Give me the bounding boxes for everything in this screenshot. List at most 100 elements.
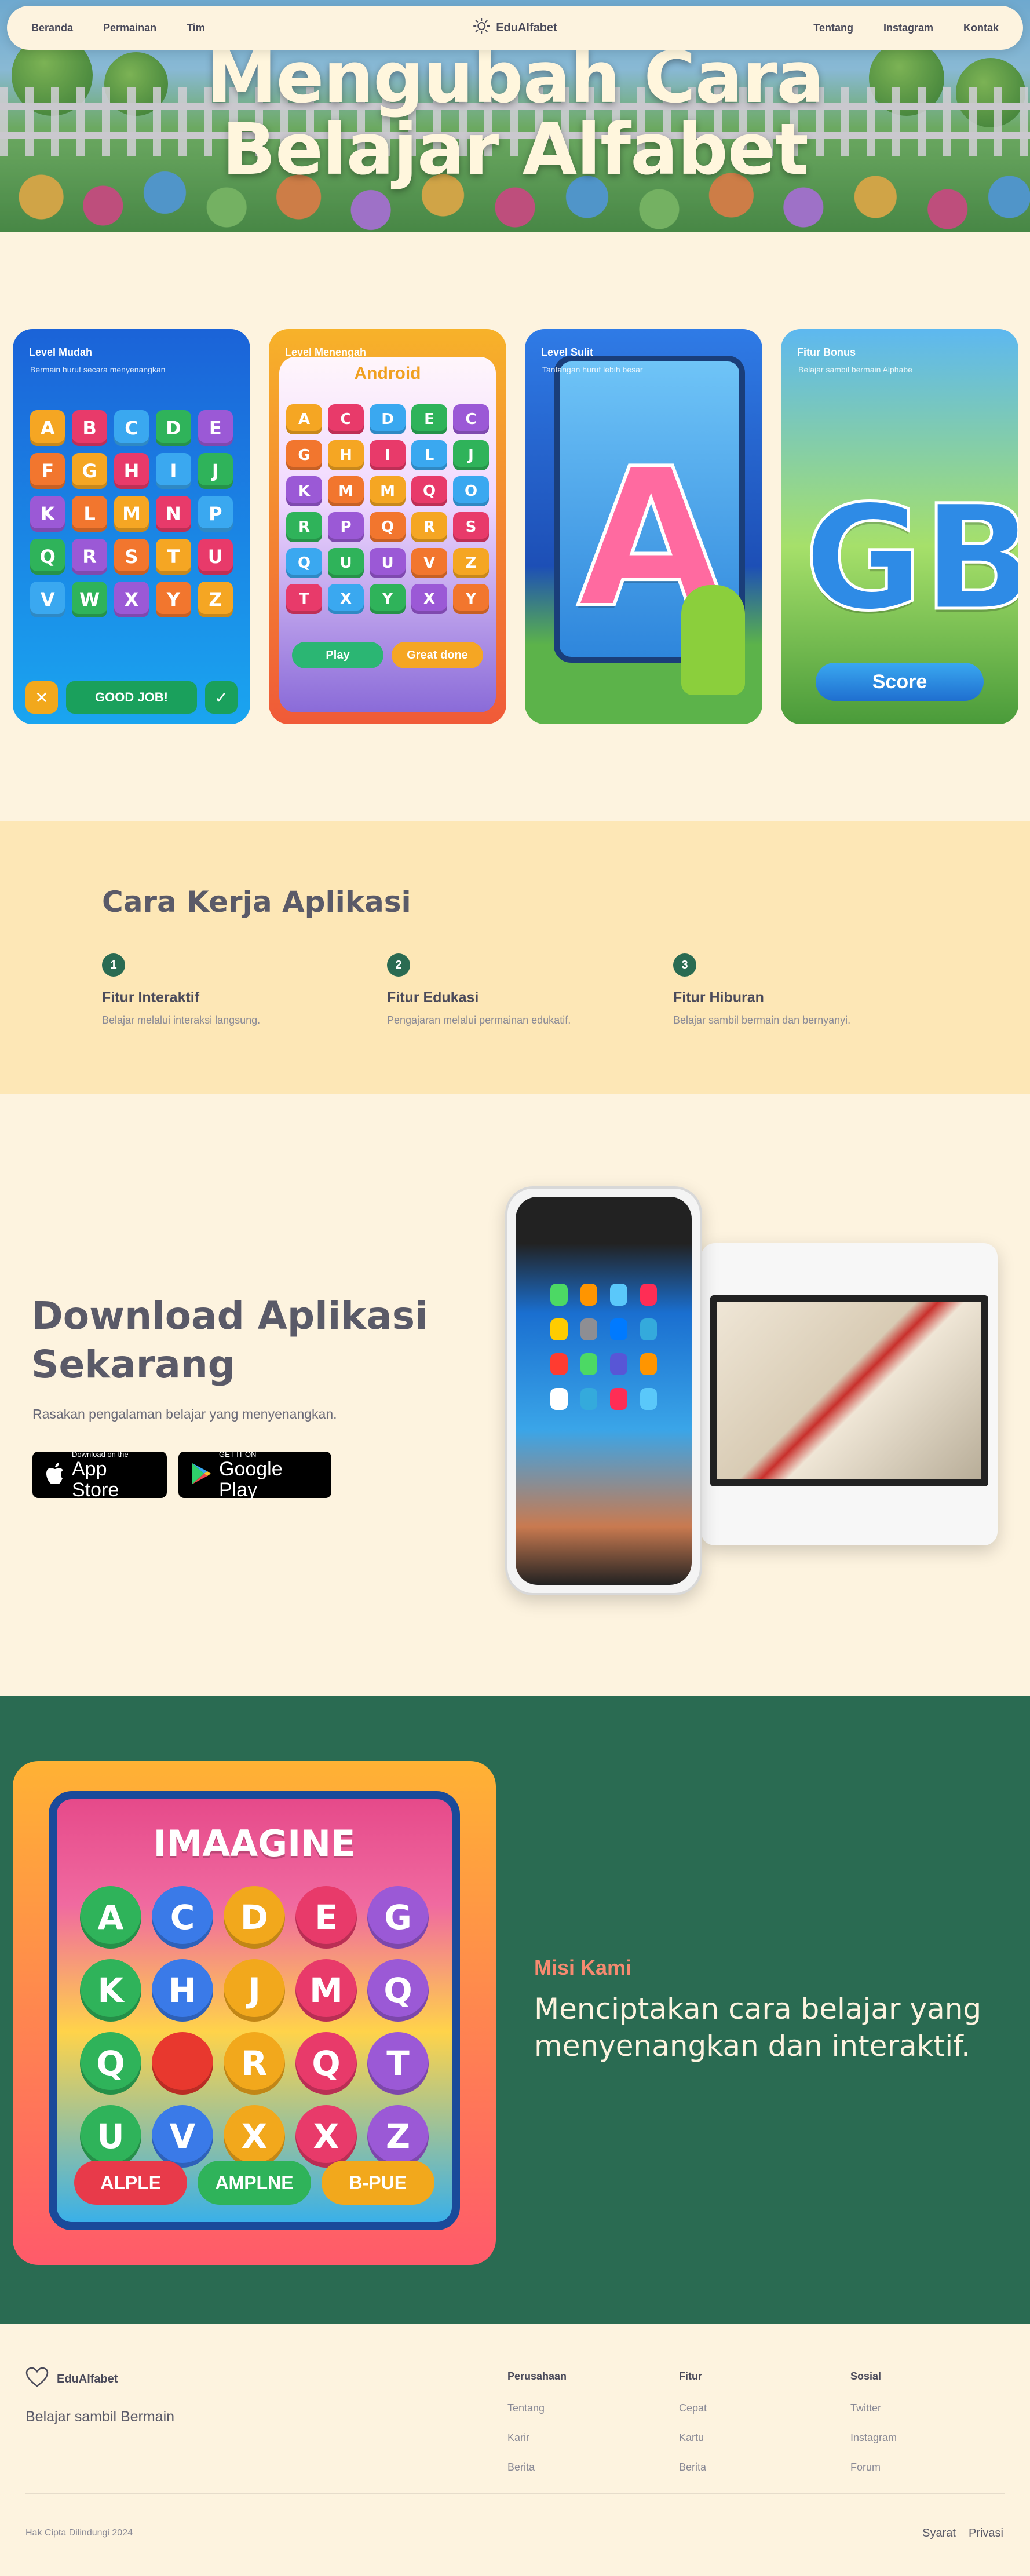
- mission-text: Menciptakan cara belajar yang menyenangk…: [534, 1992, 982, 2063]
- app-icon: [550, 1318, 568, 1340]
- letter-tile[interactable]: C: [114, 410, 149, 446]
- footer-link[interactable]: Kartu: [679, 2432, 707, 2444]
- letter-tile[interactable]: S: [114, 539, 149, 575]
- nav-link-tim[interactable]: Tim: [187, 22, 205, 34]
- letter-tile[interactable]: Q: [30, 539, 65, 575]
- nav-link-beranda[interactable]: Beranda: [31, 22, 73, 34]
- letter-tile[interactable]: A: [286, 404, 322, 434]
- footer: EduAlfabet Belajar sambil Bermain Perusa…: [0, 2324, 1030, 2576]
- brand-logo[interactable]: EduAlfabet: [473, 17, 557, 38]
- letter-tile[interactable]: M: [114, 496, 149, 532]
- letter-tile[interactable]: J: [453, 440, 489, 470]
- letter-tile[interactable]: H: [328, 440, 364, 470]
- letter-tile[interactable]: V: [30, 582, 65, 617]
- mission-section: IMAAGINE ACDEGKHJMQQRQTUVXXZ ALPLE AMPLN…: [0, 1696, 1030, 2324]
- big-letters-gb: GB: [803, 473, 1018, 644]
- nav-link-instagram[interactable]: Instagram: [883, 22, 933, 34]
- letter-tile[interactable]: T: [286, 584, 322, 614]
- letter-tile[interactable]: G: [72, 453, 107, 489]
- letter-tile[interactable]: W: [72, 582, 107, 617]
- nav-link-tentang[interactable]: Tentang: [813, 22, 853, 34]
- letter-tile[interactable]: Z: [453, 548, 489, 578]
- check-icon[interactable]: ✓: [205, 681, 238, 714]
- letter-tile[interactable]: Y: [370, 584, 406, 614]
- app-icon: [610, 1284, 627, 1306]
- letter-tile[interactable]: A: [30, 410, 65, 446]
- letter-tile[interactable]: Y: [453, 584, 489, 614]
- terms-link[interactable]: Syarat: [922, 2527, 956, 2540]
- close-icon[interactable]: ✕: [25, 681, 58, 714]
- letter-tile[interactable]: D: [156, 410, 191, 446]
- letter-tile[interactable]: G: [286, 440, 322, 470]
- letter-tile[interactable]: Y: [156, 582, 191, 617]
- letter-tile[interactable]: U: [198, 539, 233, 575]
- card-subtitle: Tantangan huruf lebih besar: [542, 365, 643, 374]
- letter-tile[interactable]: I: [156, 453, 191, 489]
- app-store-button[interactable]: Download on the App Store: [32, 1450, 167, 1500]
- letter-tile[interactable]: Q: [411, 476, 447, 506]
- letter-tile[interactable]: H: [114, 453, 149, 489]
- letter-tile[interactable]: C: [328, 404, 364, 434]
- letter-tile[interactable]: N: [156, 496, 191, 532]
- game-card-level-sulit[interactable]: Level Sulit Tantangan huruf lebih besar …: [525, 329, 762, 724]
- letter-tile[interactable]: Z: [198, 582, 233, 617]
- letter-tile[interactable]: K: [286, 476, 322, 506]
- letter-tile[interactable]: O: [453, 476, 489, 506]
- letter-tile[interactable]: C: [453, 404, 489, 434]
- letter-tile[interactable]: V: [411, 548, 447, 578]
- image-buttons: ALPLE AMPLNE B-PUE: [74, 2161, 434, 2205]
- letter-tile[interactable]: P: [198, 496, 233, 532]
- footer-link[interactable]: Forum: [850, 2461, 897, 2473]
- image-button: AMPLNE: [198, 2161, 311, 2205]
- letter-tile[interactable]: Q: [370, 512, 406, 542]
- letter-tile[interactable]: R: [286, 512, 322, 542]
- letter-tile[interactable]: L: [411, 440, 447, 470]
- footer-link[interactable]: Karir: [507, 2432, 567, 2444]
- download-title-line-1: Download Aplikasi: [31, 1294, 428, 1338]
- footer-link[interactable]: Instagram: [850, 2432, 897, 2444]
- privacy-link[interactable]: Privasi: [969, 2527, 1003, 2540]
- letter-tile[interactable]: F: [30, 453, 65, 489]
- letter-tile[interactable]: P: [328, 512, 364, 542]
- score-button[interactable]: Score: [816, 663, 984, 701]
- letter-tile[interactable]: B: [72, 410, 107, 446]
- game-card-fitur-bonus[interactable]: Fitur Bonus Belajar sambil bermain Alpha…: [781, 329, 1018, 724]
- footer-brand[interactable]: EduAlfabet: [25, 2367, 118, 2391]
- letter-tile[interactable]: X: [411, 584, 447, 614]
- letter-bubble: U: [80, 2105, 141, 2168]
- letter-tile[interactable]: K: [30, 496, 65, 532]
- letter-tile[interactable]: D: [370, 404, 406, 434]
- footer-link[interactable]: Tentang: [507, 2402, 567, 2414]
- letter-tile[interactable]: T: [156, 539, 191, 575]
- play-button[interactable]: Play: [292, 642, 383, 668]
- letter-tile[interactable]: L: [72, 496, 107, 532]
- game-card-level-mudah[interactable]: Level Mudah Bermain huruf secara menyena…: [13, 329, 250, 724]
- letter-tile[interactable]: X: [328, 584, 364, 614]
- footer-link[interactable]: Berita: [679, 2461, 707, 2473]
- letter-tile[interactable]: M: [328, 476, 364, 506]
- great-done-button[interactable]: Great done: [392, 642, 483, 668]
- image-button: B-PUE: [321, 2161, 434, 2205]
- letter-tile[interactable]: Q: [286, 548, 322, 578]
- letter-tile[interactable]: I: [370, 440, 406, 470]
- nav-link-kontak[interactable]: Kontak: [963, 22, 999, 34]
- game-card-level-menengah[interactable]: Level Menengah Android ACDECGHILJKMMQORP…: [269, 329, 506, 724]
- footer-link[interactable]: Berita: [507, 2461, 567, 2473]
- letter-tile[interactable]: X: [114, 582, 149, 617]
- letter-tile[interactable]: J: [198, 453, 233, 489]
- letter-tile[interactable]: U: [370, 548, 406, 578]
- app-icon: [610, 1388, 627, 1410]
- letter-tile[interactable]: S: [453, 512, 489, 542]
- google-play-button[interactable]: GET IT ON Google Play: [178, 1450, 331, 1500]
- letter-tile[interactable]: U: [328, 548, 364, 578]
- letter-tile[interactable]: R: [411, 512, 447, 542]
- nav-link-permainan[interactable]: Permainan: [103, 22, 156, 34]
- footer-link[interactable]: Cepat: [679, 2402, 707, 2414]
- letter-tile[interactable]: R: [72, 539, 107, 575]
- letter-tile[interactable]: E: [198, 410, 233, 446]
- android-title: Android: [354, 364, 421, 383]
- letter-tile[interactable]: M: [370, 476, 406, 506]
- letter-tile[interactable]: E: [411, 404, 447, 434]
- footer-link[interactable]: Twitter: [850, 2402, 897, 2414]
- download-section: Download Aplikasi Sekarang Rasakan penga…: [0, 1094, 1030, 1696]
